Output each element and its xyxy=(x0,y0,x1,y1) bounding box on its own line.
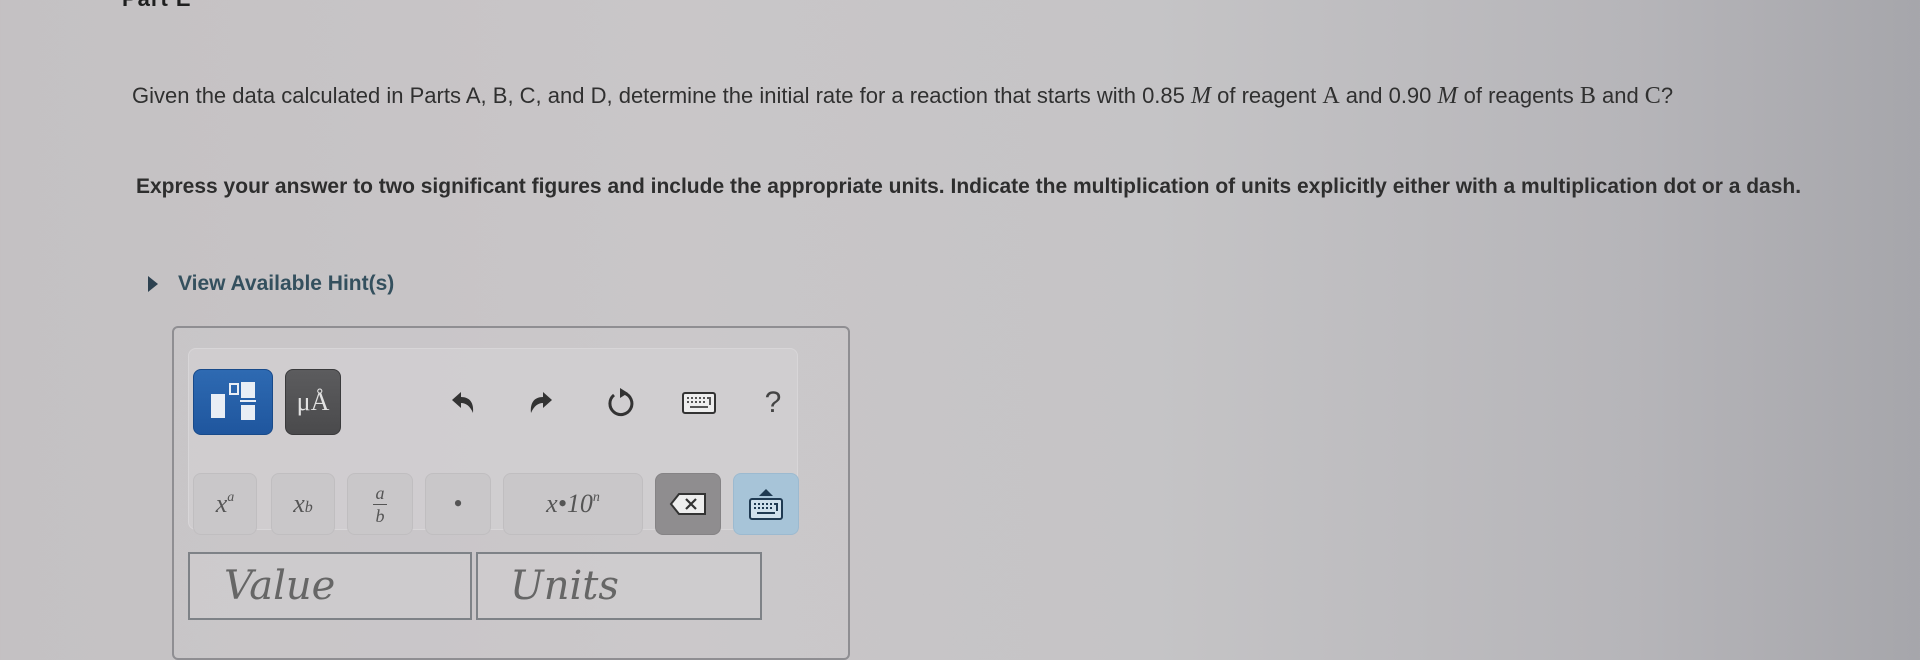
reagent-a: A xyxy=(1322,83,1340,109)
templates-button[interactable] xyxy=(193,369,273,435)
value-placeholder: Value xyxy=(224,563,336,609)
keyboard-toggle-icon xyxy=(749,497,783,520)
fraction-denominator: b xyxy=(375,505,385,526)
backspace-key[interactable] xyxy=(655,473,721,535)
fraction-key[interactable]: a b xyxy=(347,473,413,535)
view-hints-toggle[interactable]: View Available Hint(s) xyxy=(148,272,394,296)
units-icon: μÅ xyxy=(296,387,330,416)
subscript-key[interactable]: xb xyxy=(271,473,335,535)
reset-button[interactable] xyxy=(601,383,641,423)
key-subscript: b xyxy=(304,499,313,516)
value-input[interactable]: Value xyxy=(188,552,472,620)
reagent-c: C xyxy=(1644,83,1661,109)
key-base: x xyxy=(293,489,305,518)
units-button[interactable]: μÅ xyxy=(285,369,341,435)
answer-instruction: Express your answer to two significant f… xyxy=(136,175,1802,198)
view-hints-label: View Available Hint(s) xyxy=(178,272,395,295)
backspace-icon xyxy=(669,493,706,515)
key-exponent: n xyxy=(592,490,600,505)
keyboard-icon xyxy=(682,392,716,414)
units-input[interactable]: Units xyxy=(476,552,762,620)
answer-panel: μÅ ? x a x b a b • x•10 n Value Units xyxy=(172,326,850,660)
redo-icon xyxy=(530,392,552,413)
reagent-b: B xyxy=(1579,83,1596,109)
molarity-unit: M xyxy=(1191,83,1211,109)
units-placeholder: Units xyxy=(510,563,619,609)
question-segment: of reagent xyxy=(1211,83,1323,108)
key-base: x xyxy=(215,489,228,518)
key-exponent: a xyxy=(227,490,235,505)
templates-icon xyxy=(211,382,256,420)
undo-button[interactable] xyxy=(443,383,483,423)
triangle-right-icon xyxy=(148,276,158,292)
question-segment: of reagents xyxy=(1457,83,1580,108)
redo-button[interactable] xyxy=(521,383,561,423)
question-segment: Given the data calculated in Parts A, B,… xyxy=(132,83,1191,108)
fraction-numerator: a xyxy=(375,482,385,503)
fraction-icon: a b xyxy=(373,484,387,525)
question-segment: ? xyxy=(1660,83,1674,108)
dot-icon: • xyxy=(453,489,463,518)
help-button[interactable]: ? xyxy=(753,383,793,423)
keyboard-button[interactable] xyxy=(679,383,719,423)
question-segment: and 0.90 xyxy=(1339,83,1438,108)
key-base: x•10 xyxy=(546,489,593,518)
undo-icon xyxy=(452,392,474,413)
question-segment: and xyxy=(1595,83,1645,108)
superscript-key[interactable]: xa xyxy=(193,473,257,535)
part-label: Part E xyxy=(122,0,192,12)
molarity-unit: M xyxy=(1437,83,1458,109)
help-icon: ? xyxy=(764,386,782,419)
scientific-notation-key[interactable]: x•10 n xyxy=(503,473,643,535)
chevron-up-icon xyxy=(759,488,773,496)
multiplication-dot-key[interactable]: • xyxy=(425,473,491,535)
math-toolbar: μÅ ? x a x b a b • x•10 n xyxy=(188,348,799,535)
keyboard-toggle-key[interactable] xyxy=(733,473,799,535)
reset-icon xyxy=(608,388,634,417)
question-text: Given the data calculated in Parts A, B,… xyxy=(132,80,1892,112)
